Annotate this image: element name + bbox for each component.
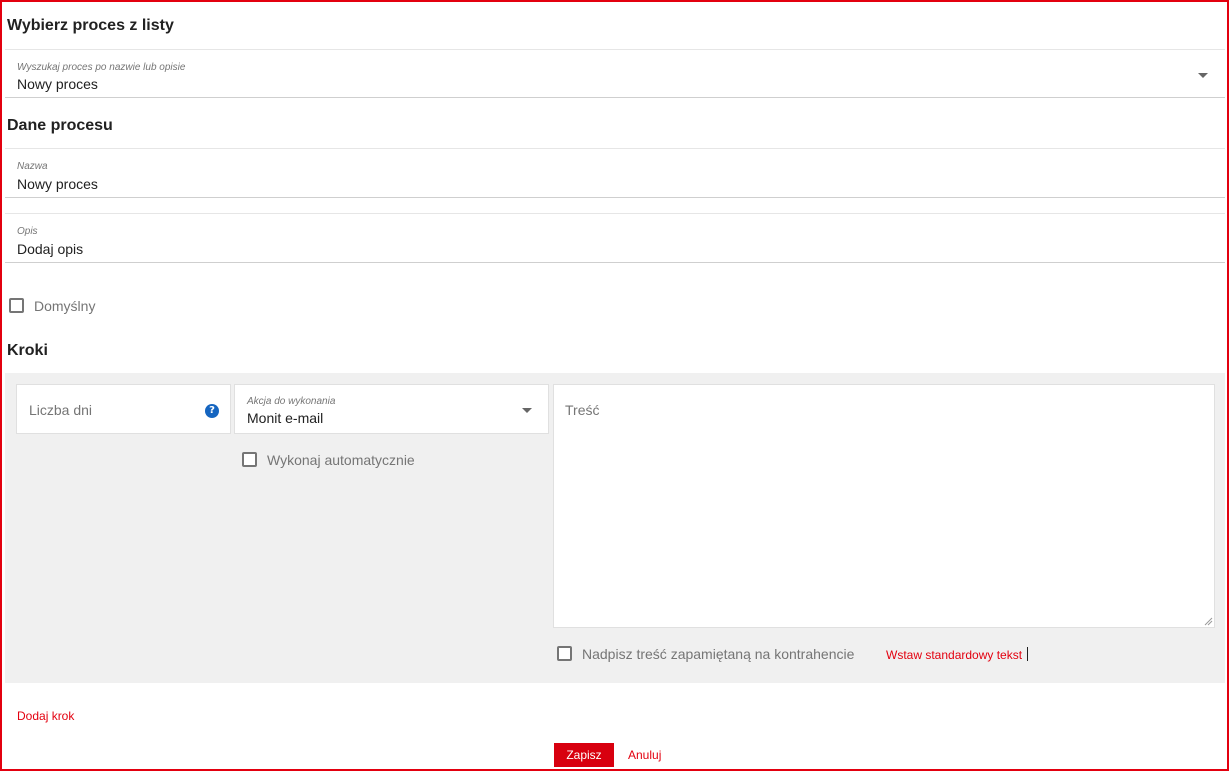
- days-input[interactable]: Liczba dni ?: [16, 384, 231, 434]
- default-checkbox[interactable]: [9, 298, 24, 313]
- auto-execute-checkbox[interactable]: [242, 452, 257, 467]
- process-search-label: Wyszukaj proces po nazwie lub opisie: [17, 62, 186, 73]
- description-field-label: Opis: [17, 226, 38, 237]
- description-field[interactable]: Opis Dodaj opis: [5, 213, 1225, 263]
- save-button[interactable]: Zapisz: [554, 743, 614, 767]
- process-search-value: Nowy proces: [17, 76, 98, 92]
- text-cursor: [1027, 647, 1028, 661]
- name-field-value: Nowy proces: [17, 176, 98, 192]
- overwrite-content-label: Nadpisz treść zapamiętaną na kontrahenci…: [582, 646, 855, 662]
- overwrite-content-checkbox[interactable]: [557, 646, 572, 661]
- name-field-label: Nazwa: [17, 161, 48, 172]
- name-field[interactable]: Nazwa Nowy proces: [5, 148, 1225, 198]
- auto-execute-label: Wykonaj automatycznie: [267, 452, 415, 468]
- section-title-process-data: Dane procesu: [7, 117, 113, 134]
- content-textarea[interactable]: Treść: [553, 384, 1215, 628]
- default-checkbox-label: Domyślny: [34, 298, 96, 314]
- chevron-down-icon[interactable]: [1198, 73, 1208, 78]
- resize-handle-icon[interactable]: [1203, 616, 1213, 626]
- action-select[interactable]: Akcja do wykonania Monit e-mail: [234, 384, 549, 434]
- insert-standard-text-link[interactable]: Wstaw standardowy tekst: [886, 648, 1022, 662]
- question-circle-icon[interactable]: ?: [205, 404, 219, 418]
- cancel-button[interactable]: Anuluj: [628, 748, 661, 762]
- add-step-link[interactable]: Dodaj krok: [17, 709, 74, 723]
- action-select-value: Monit e-mail: [247, 410, 324, 426]
- action-select-label: Akcja do wykonania: [247, 396, 336, 407]
- content-placeholder: Treść: [565, 402, 600, 418]
- section-title-steps: Kroki: [7, 342, 48, 359]
- days-input-placeholder: Liczba dni: [29, 402, 93, 418]
- section-title-select-process: Wybierz proces z listy: [7, 17, 174, 34]
- chevron-down-icon[interactable]: [522, 408, 532, 413]
- description-field-value: Dodaj opis: [17, 241, 84, 257]
- process-search-select[interactable]: Wyszukaj proces po nazwie lub opisie Now…: [5, 49, 1225, 98]
